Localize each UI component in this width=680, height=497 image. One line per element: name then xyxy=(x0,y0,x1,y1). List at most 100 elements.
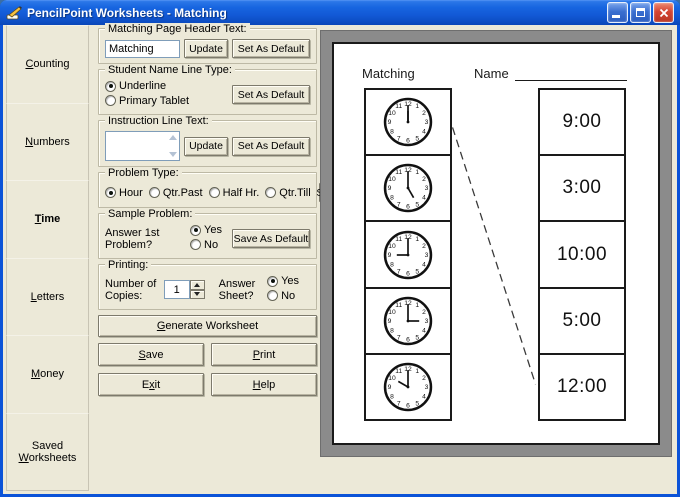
scroll-up-icon[interactable] xyxy=(168,135,177,140)
print-button[interactable]: Print xyxy=(211,343,317,366)
app-icon xyxy=(6,5,22,19)
copies-stepper[interactable]: 1 xyxy=(163,280,205,299)
svg-text:5: 5 xyxy=(415,202,419,209)
radio-button-icon[interactable] xyxy=(190,239,202,250)
clock-face: 1234567891011 12 xyxy=(383,362,433,412)
radio-button-icon[interactable] xyxy=(105,187,116,198)
radio-button-icon[interactable] xyxy=(190,224,202,236)
radio-qtr-past[interactable]: Qtr.Past xyxy=(148,187,203,199)
sidebar-item-label: Numbers xyxy=(25,135,70,148)
radio-yes[interactable]: Yes xyxy=(190,224,222,236)
help-button[interactable]: Help xyxy=(211,373,317,396)
radio-yes[interactable]: Yes xyxy=(267,275,299,287)
radio-no[interactable]: No xyxy=(190,239,218,251)
worksheet-preview-panel: Matching Name 1 2 3 4 5 6 7 8 9 10 11 12 1234567891… xyxy=(320,30,672,457)
sidebar-item-label: Time xyxy=(34,213,61,226)
svg-text:7: 7 xyxy=(397,135,401,142)
svg-text:3: 3 xyxy=(425,318,429,325)
worksheet-title: Matching xyxy=(362,66,415,81)
radio-qtr-till[interactable]: Qtr.Till xyxy=(265,187,311,199)
svg-text:11: 11 xyxy=(395,302,402,309)
sidebar-item-label: Money xyxy=(30,368,65,381)
radio-no[interactable]: No xyxy=(267,290,295,302)
instruction-set-default-button[interactable]: Set As Default xyxy=(232,136,310,156)
arrow-down-icon xyxy=(194,292,201,297)
clock-cell: 1 2 3 4 5 6 7 8 9 10 11 12 xyxy=(366,286,450,353)
group-instruction-legend: Instruction Line Text: xyxy=(105,115,212,127)
copies-value[interactable]: 1 xyxy=(163,280,190,299)
scroll-down-icon[interactable] xyxy=(168,152,177,157)
arrow-up-icon xyxy=(194,282,201,287)
svg-text:2: 2 xyxy=(422,243,426,250)
radio-half-hr-[interactable]: Half Hr. xyxy=(208,187,259,199)
svg-text:7: 7 xyxy=(397,400,401,407)
svg-text:11: 11 xyxy=(395,236,402,243)
copies-increment-button[interactable] xyxy=(189,280,205,290)
maximize-icon xyxy=(636,8,645,17)
answer-column: 9:00 3:00 10:00 5:00 12:00 xyxy=(538,88,626,421)
sidebar-item-letters[interactable]: Letters xyxy=(6,257,89,336)
answer-cell: 10:00 xyxy=(540,220,624,286)
title-bar[interactable]: PencilPoint Worksheets - Matching xyxy=(0,0,680,25)
svg-text:4: 4 xyxy=(422,393,426,400)
radio-button-icon[interactable] xyxy=(105,95,116,106)
radio-hour[interactable]: Hour xyxy=(105,187,143,199)
svg-text:10: 10 xyxy=(388,375,396,382)
header-text-input[interactable] xyxy=(105,39,180,58)
radio-button-icon[interactable] xyxy=(105,80,116,92)
radio-button-icon[interactable] xyxy=(148,187,160,198)
sidebar-item-numbers[interactable]: Numbers xyxy=(6,102,89,181)
radio-button-icon[interactable] xyxy=(265,187,277,198)
answer-first-problem-label: Answer 1st Problem? xyxy=(105,226,160,251)
radio-button-icon[interactable] xyxy=(208,187,220,198)
sidebar-item-label: Saved Worksheets xyxy=(18,439,77,464)
name-line-block: Name xyxy=(474,66,627,81)
group-sample-problem-legend: Sample Problem: xyxy=(105,208,196,220)
sidebar-item-money[interactable]: Money xyxy=(6,335,89,414)
instruction-text-input[interactable] xyxy=(105,131,180,161)
header-set-default-button[interactable]: Set As Default xyxy=(232,39,310,58)
svg-text:1: 1 xyxy=(415,236,419,243)
svg-text:6: 6 xyxy=(406,336,410,343)
svg-text:2: 2 xyxy=(422,110,426,117)
copies-decrement-button[interactable] xyxy=(189,289,205,299)
svg-text:1: 1 xyxy=(415,302,419,309)
save-button[interactable]: Save xyxy=(98,343,204,366)
svg-text:7: 7 xyxy=(397,268,401,275)
group-header-text: Matching Page Header Text: Update Set As… xyxy=(98,23,317,64)
name-line-set-default-button[interactable]: Set As Default xyxy=(232,85,310,104)
svg-text:8: 8 xyxy=(390,261,394,268)
save-as-default-button[interactable]: Save As Default xyxy=(232,229,310,248)
answer-sheet-radio-group: Yes No xyxy=(267,275,310,304)
exit-button[interactable]: Ex it xyxy=(98,373,204,396)
header-update-button[interactable]: Update xyxy=(184,39,228,58)
generate-worksheet-button[interactable]: Generate Worksheet xyxy=(98,315,317,337)
clock-cell: 1 2 3 4 5 6 7 8 9 10 11 12 xyxy=(366,220,450,286)
sidebar-item-counting[interactable]: Counting xyxy=(6,25,89,104)
svg-text:5: 5 xyxy=(415,135,419,142)
svg-text:11: 11 xyxy=(395,368,402,375)
svg-text:8: 8 xyxy=(390,327,394,334)
instruction-update-button[interactable]: Update xyxy=(184,136,228,156)
svg-text:8: 8 xyxy=(390,129,394,136)
radio-primary-tablet[interactable]: Primary Tablet xyxy=(105,95,189,107)
svg-text:5: 5 xyxy=(415,400,419,407)
svg-text:4: 4 xyxy=(422,195,426,202)
problem-type-radio-group: Hour Qtr.Past Half Hr. Qtr.Till xyxy=(105,187,317,199)
close-button[interactable] xyxy=(653,2,674,23)
radio-button-icon[interactable] xyxy=(267,275,279,287)
sidebar-item-time[interactable]: Time xyxy=(6,180,89,259)
maximize-button[interactable] xyxy=(630,2,651,23)
minimize-button[interactable] xyxy=(607,2,628,23)
radio-button-icon[interactable] xyxy=(267,290,279,301)
svg-text:7: 7 xyxy=(397,202,401,209)
group-name-line-type: Student Name Line Type: Underline Primary… xyxy=(98,64,317,115)
radio-label: No xyxy=(204,238,219,251)
radio-underline[interactable]: Underline xyxy=(105,80,166,92)
radio-label: Yes xyxy=(204,224,222,236)
clock-face: 1234567891011 12 xyxy=(383,97,433,147)
instruction-scrollbar[interactable] xyxy=(166,132,179,160)
instruction-text-value[interactable] xyxy=(106,132,166,160)
sidebar-item-saved-worksheets[interactable]: Saved Worksheets xyxy=(6,412,89,491)
radio-label: Underline xyxy=(119,80,167,92)
